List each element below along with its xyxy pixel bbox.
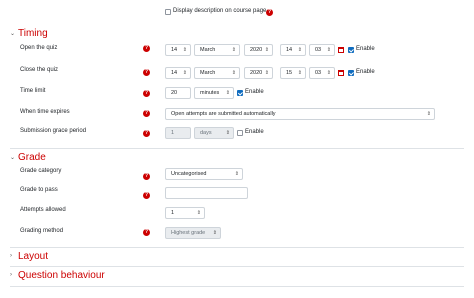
close-month-select[interactable]: March ⇕ xyxy=(194,67,240,79)
time-limit-input[interactable]: 20 xyxy=(165,87,191,99)
grace-period-enable-label: Enable xyxy=(245,129,264,135)
section-question-behaviour-title: Question behaviour xyxy=(18,270,105,281)
close-enable-label: Enable xyxy=(356,69,375,75)
grade-to-pass-label: Grade to pass xyxy=(20,187,58,193)
close-hour-select[interactable]: 15 ⇕ xyxy=(280,67,306,79)
select-arrow-icon: ⇕ xyxy=(426,111,431,117)
select-arrow-icon: ⇕ xyxy=(196,210,201,216)
help-icon[interactable]: ? xyxy=(143,69,150,76)
select-arrow-icon: ⇕ xyxy=(264,70,269,76)
section-divider xyxy=(10,148,464,149)
calendar-icon[interactable] xyxy=(338,47,344,53)
time-limit-enable-label: Enable xyxy=(245,89,264,95)
grading-method-select[interactable]: Highest grade ⇕ xyxy=(165,227,221,239)
help-icon[interactable]: ? xyxy=(143,110,150,117)
chevron-right-icon: › xyxy=(10,272,12,279)
close-enable-checkbox[interactable] xyxy=(348,70,354,76)
time-limit-label: Time limit xyxy=(20,88,46,94)
chevron-right-icon: › xyxy=(10,253,12,260)
section-layout-title: Layout xyxy=(18,251,49,262)
chevron-down-icon: ⌄ xyxy=(10,154,16,161)
help-icon[interactable]: ? xyxy=(143,173,150,180)
open-hour-select[interactable]: 14 ⇕ xyxy=(280,44,306,56)
display-description-checkbox[interactable] xyxy=(165,9,171,15)
section-grade-title: Grade xyxy=(18,152,46,163)
select-arrow-icon: ⇕ xyxy=(182,70,187,76)
attempts-allowed-label: Attempts allowed xyxy=(20,207,66,213)
grace-period-label: Submission grace period xyxy=(20,128,87,134)
section-divider xyxy=(10,286,464,287)
grade-category-label: Grade category xyxy=(20,168,62,174)
grace-period-unit-select[interactable]: days ⇕ xyxy=(194,127,234,139)
help-icon[interactable]: ? xyxy=(143,90,150,97)
open-month-select[interactable]: March ⇕ xyxy=(194,44,240,56)
when-expires-label: When time expires xyxy=(20,109,70,115)
select-arrow-icon: ⇕ xyxy=(297,47,302,53)
time-limit-enable-checkbox[interactable] xyxy=(237,90,243,96)
select-arrow-icon: ⇕ xyxy=(264,47,269,53)
section-layout-header[interactable]: › Layout xyxy=(10,251,48,262)
grading-method-label: Grading method xyxy=(20,228,64,234)
help-icon[interactable]: ? xyxy=(266,8,273,16)
section-question-behaviour-header[interactable]: › Question behaviour xyxy=(10,270,105,281)
open-minute-select[interactable]: 03 ⇕ xyxy=(309,44,335,56)
open-day-select[interactable]: 14 ⇕ xyxy=(165,44,191,56)
select-arrow-icon: ⇕ xyxy=(326,70,331,76)
display-description-label: Display description on course page xyxy=(173,8,267,14)
section-divider xyxy=(10,247,464,248)
select-arrow-icon: ⇕ xyxy=(234,171,239,177)
section-timing-title: Timing xyxy=(18,28,48,39)
select-arrow-icon: ⇕ xyxy=(326,47,331,53)
chevron-down-icon: ⌄ xyxy=(10,30,16,37)
help-icon[interactable]: ? xyxy=(143,130,150,137)
select-arrow-icon: ⇕ xyxy=(182,47,187,53)
select-arrow-icon: ⇕ xyxy=(225,130,230,136)
grace-period-enable-checkbox[interactable] xyxy=(237,130,243,136)
grade-category-select[interactable]: Uncategorised ⇕ xyxy=(165,168,243,180)
close-minute-select[interactable]: 03 ⇕ xyxy=(309,67,335,79)
close-year-select[interactable]: 2020 ⇕ xyxy=(244,67,273,79)
section-divider xyxy=(10,266,464,267)
close-day-select[interactable]: 14 ⇕ xyxy=(165,67,191,79)
open-enable-checkbox[interactable] xyxy=(348,47,354,53)
section-grade-header[interactable]: ⌄ Grade xyxy=(10,152,46,163)
help-icon[interactable]: ? xyxy=(143,229,150,236)
section-timing-header[interactable]: ⌄ Timing xyxy=(10,28,48,39)
select-arrow-icon: ⇕ xyxy=(212,230,217,236)
attempts-allowed-select[interactable]: 1 ⇕ xyxy=(165,207,205,219)
select-arrow-icon: ⇕ xyxy=(231,47,236,53)
close-quiz-label: Close the quiz xyxy=(20,67,59,73)
select-arrow-icon: ⇕ xyxy=(225,90,230,96)
open-quiz-label: Open the quiz xyxy=(20,45,58,51)
time-limit-unit-select[interactable]: minutes ⇕ xyxy=(194,87,234,99)
open-year-select[interactable]: 2020 ⇕ xyxy=(244,44,273,56)
help-icon[interactable]: ? xyxy=(143,192,150,199)
grade-to-pass-input[interactable] xyxy=(165,187,248,199)
calendar-icon[interactable] xyxy=(338,70,344,76)
help-icon[interactable]: ? xyxy=(143,45,150,52)
open-enable-label: Enable xyxy=(356,46,375,52)
select-arrow-icon: ⇕ xyxy=(297,70,302,76)
grace-period-input[interactable]: 1 xyxy=(165,127,191,139)
select-arrow-icon: ⇕ xyxy=(231,70,236,76)
when-expires-select[interactable]: Open attempts are submitted automaticall… xyxy=(165,108,435,120)
